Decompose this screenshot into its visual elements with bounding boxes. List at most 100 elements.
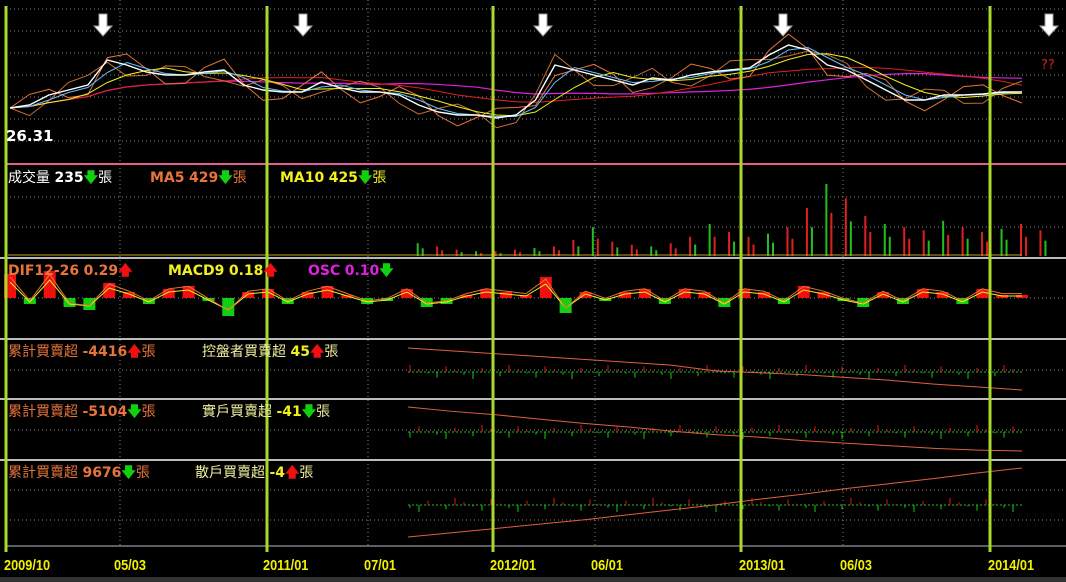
volume-bar [611, 241, 614, 256]
volume-bar [805, 208, 808, 256]
arrow-up-icon: 🡅 [118, 263, 133, 279]
volume-title: 成交量 [8, 170, 50, 186]
volume-bar [810, 227, 813, 256]
volume-value: 235 [54, 170, 84, 186]
arrow-down-icon: 🡇 [83, 170, 99, 186]
arrow-down-icon: 🡇 [357, 170, 373, 186]
volume-bar [908, 238, 911, 256]
year-divider [739, 6, 743, 552]
osc-bar [539, 277, 552, 298]
arrow-down-icon: 🡇 [121, 465, 136, 481]
osc-bar [83, 298, 96, 310]
x-tick: 07/01 [364, 557, 396, 574]
volume-bar [830, 212, 833, 256]
x-tick: 06/01 [591, 557, 623, 574]
arrow-down-icon [772, 13, 794, 37]
volume-bar [903, 227, 906, 256]
arrow-down-icon: 🡇 [301, 404, 317, 420]
volume-bar [572, 240, 575, 256]
price-min-label: 26.31 [6, 127, 54, 145]
volume-bar [922, 230, 925, 256]
unit: 張 [141, 404, 156, 420]
arrow-down-icon [292, 13, 314, 37]
osc-bar [718, 298, 731, 307]
net-label: 實戶買賣超 [202, 404, 272, 420]
cumulative-value: 9676 [82, 465, 122, 481]
macd9-legend: MACD9 0.18🡅 [168, 263, 278, 279]
volume-bar [669, 243, 672, 256]
volume-bar [747, 236, 750, 256]
volume-bar [844, 198, 847, 256]
arrow-up-icon: 🡅 [285, 465, 300, 481]
price-band-upper [9, 33, 1023, 127]
unit: 張 [372, 170, 387, 186]
net-label: 控盤者買賣超 [202, 344, 286, 360]
cumulative-legend: 累計買賣超 -5104🡇張 [8, 404, 156, 420]
x-tick: 2009/10 [4, 557, 51, 574]
volume-bar [689, 236, 692, 256]
volume-bar [986, 241, 989, 256]
ma5-label: MA5 [150, 170, 185, 186]
arrow-down-icon [1038, 13, 1060, 37]
dif-label: DIF12-26 [8, 263, 80, 279]
net-legend: 控盤者買賣超 45🡅張 [202, 344, 338, 360]
volume-bar [869, 232, 872, 256]
x-tick: 2011/01 [263, 557, 309, 574]
volume-bar [947, 234, 950, 256]
osc-value: 0.10 [344, 263, 380, 279]
volume-bar [786, 227, 789, 256]
unit: 張 [316, 404, 331, 420]
volume-bar [1039, 230, 1042, 256]
year-divider [491, 6, 495, 552]
dif-legend: DIF12-26 0.29🡅 [8, 263, 133, 279]
cumulative-label: 累計買賣超 [8, 344, 78, 360]
cumulative-label: 累計買賣超 [8, 404, 78, 420]
ma10-value: 425 [328, 170, 358, 186]
osc-bar [638, 289, 651, 298]
volume-bar [966, 238, 969, 256]
volume-bar [864, 216, 867, 256]
cumulative-label: 累計買賣超 [8, 465, 78, 481]
volume-bar [708, 224, 711, 256]
cumulative-line [407, 406, 1023, 452]
price-ma10 [9, 53, 1023, 117]
osc-bar [916, 289, 929, 298]
volume-bar [1020, 224, 1022, 256]
volume-bar [733, 241, 736, 256]
cumulative-line [407, 347, 1023, 391]
volume-bar [752, 244, 755, 256]
net-value: 45 [290, 344, 310, 360]
volume-bar [888, 236, 891, 256]
osc-bar [678, 289, 691, 298]
volume-bar [825, 184, 828, 256]
unit: 張 [135, 465, 150, 481]
volume-bar [961, 227, 964, 256]
cumulative-value: -5104 [82, 404, 128, 420]
macd9-label: MACD9 [168, 263, 225, 279]
price-ma-long [9, 73, 1023, 109]
volume-legend: 成交量 235🡇張 [8, 170, 112, 186]
x-tick: 2013/01 [739, 557, 786, 574]
arrow-up-icon: 🡅 [127, 344, 142, 360]
price-ma-mid [9, 66, 1023, 109]
ma5-legend: MA5 429🡇張 [150, 170, 247, 186]
cumulative-legend: 累計買賣超 -4416🡅張 [8, 344, 156, 360]
macd9-line [9, 279, 1022, 311]
osc-bar [500, 292, 513, 298]
volume-bar [630, 244, 633, 256]
unit: 張 [299, 465, 314, 481]
x-tick: 06/03 [840, 557, 872, 574]
osc-bar [480, 289, 493, 298]
x-tick: 2012/01 [490, 557, 537, 574]
ma10-label: MA10 [280, 170, 325, 186]
x-tick: 2014/01 [988, 557, 1035, 574]
volume-bar [767, 233, 769, 256]
volume-bar [927, 240, 930, 256]
ma5-value: 429 [188, 170, 219, 186]
unit: 張 [141, 344, 156, 360]
osc-legend: OSC 0.10🡇 [308, 263, 394, 279]
osc-bar [162, 289, 175, 298]
dif-value: 0.29 [83, 263, 119, 279]
arrow-down-icon: 🡇 [218, 170, 233, 186]
volume-bar [591, 227, 594, 256]
